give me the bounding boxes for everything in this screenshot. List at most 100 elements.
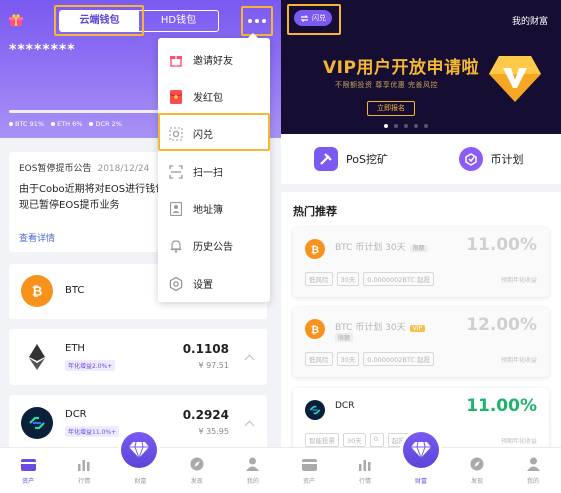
menu-item-red-packet[interactable]: 发红包 [158,78,270,115]
dot-icon [262,19,266,23]
highlight-flash-exchange-button [287,4,341,35]
vip-badge: VIP [409,325,426,332]
carousel-dot[interactable] [384,124,388,128]
more-menu-button[interactable] [241,6,273,36]
product-tags: 低风险 30天 0.0000002BTC 起投 [305,272,435,286]
banner-subtitle: 不限额投资 尊享优惠 完善风控 [335,81,438,89]
wallet-icon [301,456,317,472]
product-tags: 智能投票 30天 0. 起投 [305,433,409,447]
feature-row: PoS挖矿 币计划 [281,134,561,184]
asset-distribution-bar [9,110,159,113]
nav-discover[interactable]: 发现 [449,448,505,493]
section-title: 热门推荐 [293,205,337,218]
bar-chart-icon [357,456,373,472]
nav-market[interactable]: 行情 [337,448,393,493]
legend-dcr: DCR 2% [89,120,122,128]
chevron-up-icon[interactable] [244,354,255,365]
chevron-up-icon[interactable] [244,420,255,431]
vip-logo-icon [489,56,541,102]
product-badge: 限额 [335,333,354,342]
feature-coin-plan[interactable]: 币计划 [421,134,561,184]
wealth-header: 闪兑 我的财富 VIP用户开放申请啦 不限额投资 尊享优惠 完善风控 立即报名 [281,0,561,134]
gift-icon[interactable] [9,14,23,26]
product-badge: 限额 [409,245,428,252]
carousel-dot[interactable] [424,124,428,128]
yield-badge: 年化增益11.0%+ [65,426,120,437]
nav-assets[interactable]: 资产 [281,448,337,493]
diamond-icon [411,442,431,458]
page: 云端钱包 HD钱包 ******** BTC 91% ETH 6% DCR 2%… [0,0,561,493]
menu-item-settings[interactable]: 设置 [158,265,270,302]
signup-button[interactable]: 立即报名 [367,101,415,116]
compass-icon [189,456,205,472]
scan-icon [169,164,183,179]
gear-icon [169,276,183,291]
coin-amount: 0.1108 [182,342,229,356]
product-tags: 低风险 30天 0.0000002BTC 起投 [305,352,435,366]
asset-legend: BTC 91% ETH 6% DCR 2% [9,120,122,128]
dot-icon [255,19,259,23]
coin-plan-icon [458,147,483,171]
announcement-date: 2018/12/24 [97,164,150,174]
product-rate: 12.00% [466,315,537,335]
carousel-dot[interactable] [394,124,398,128]
banner-title: VIP用户开放申请啦 [323,58,479,78]
address-book-icon [169,201,183,216]
product-name: BTC 币计划 30天 VIP [335,320,426,333]
coin-cny-value: ¥ 35.95 [198,427,229,436]
bar-chart-icon [76,456,92,472]
product-note: 预期年化收益 [500,438,537,445]
compass-icon [469,456,485,472]
product-card[interactable]: ₿ BTC 币计划 30天 VIP 限额 12.00% 低风险 30天 0.00000… [293,307,549,377]
view-details-link[interactable]: 查看详情 [19,231,55,244]
masked-balance[interactable]: ******** [9,42,76,58]
announcement-title: EOS暂停提币公告 2018/12/24 [19,164,150,174]
legend-dot-icon [9,122,13,126]
feature-pos-mining[interactable]: PoS挖矿 [281,134,421,184]
dot-icon [248,19,252,23]
coin-amount: 0.2924 [182,408,229,422]
menu-item-address-book[interactable]: 地址簿 [158,190,270,227]
wealth-diamond-button[interactable] [403,432,439,468]
user-icon [525,456,541,472]
legend-dot-icon [89,122,94,126]
btc-icon: ₿ [305,319,325,339]
coin-name: BTC [65,285,85,296]
yield-badge: 年化增益2.0%+ [65,360,116,371]
wallet-icon [20,456,36,472]
user-icon [245,456,261,472]
page-title: 我的财富 [511,17,548,27]
legend-btc: BTC 91% [9,120,44,128]
nav-me[interactable]: 我的 [225,448,281,493]
legend-dot-icon [51,122,56,126]
nav-assets[interactable]: 资产 [0,448,56,493]
product-card[interactable]: ₿ BTC 币计划 30天 限额 11.00% 低风险 30天 0.0000002BT… [293,227,549,297]
menu-item-history-notices[interactable]: 历史公告 [158,227,270,264]
nav-discover[interactable]: 发现 [169,448,225,493]
more-dropdown-menu: 邀请好友 发红包 闪兑 扫一扫 地址簿 历史公告 设置 [158,33,270,302]
gift-icon [169,53,183,67]
carousel-dot[interactable] [414,124,418,128]
nav-me[interactable]: 我的 [505,448,561,493]
wallet-screen: 云端钱包 HD钱包 ******** BTC 91% ETH 6% DCR 2%… [0,0,281,493]
product-name: DCR [335,401,355,411]
dcr-icon [305,400,325,420]
pos-mining-icon [314,147,339,171]
coin-row-eth[interactable]: ETH 年化增益2.0%+ 0.1108 ¥ 97.51 [9,329,267,385]
wealth-topbar: 闪兑 我的财富 [281,0,561,38]
carousel-dot[interactable] [404,124,408,128]
nav-market[interactable]: 行情 [56,448,112,493]
wealth-diamond-button[interactable] [121,432,157,468]
legend-eth: ETH 6% [51,120,82,128]
coin-name: DCR [65,409,87,420]
svg-text:₿: ₿ [32,285,43,300]
diamond-icon [129,442,149,458]
menu-item-invite[interactable]: 邀请好友 [158,41,270,78]
carousel-dots [384,124,428,128]
tab-hd-wallet[interactable]: HD钱包 [139,11,218,31]
product-note: 预期年化收益 [500,277,537,284]
product-rate: 11.00% [466,396,537,416]
menu-item-scan[interactable]: 扫一扫 [158,153,270,190]
product-note: 预期年化收益 [500,357,537,364]
coin-name: ETH [65,343,85,354]
